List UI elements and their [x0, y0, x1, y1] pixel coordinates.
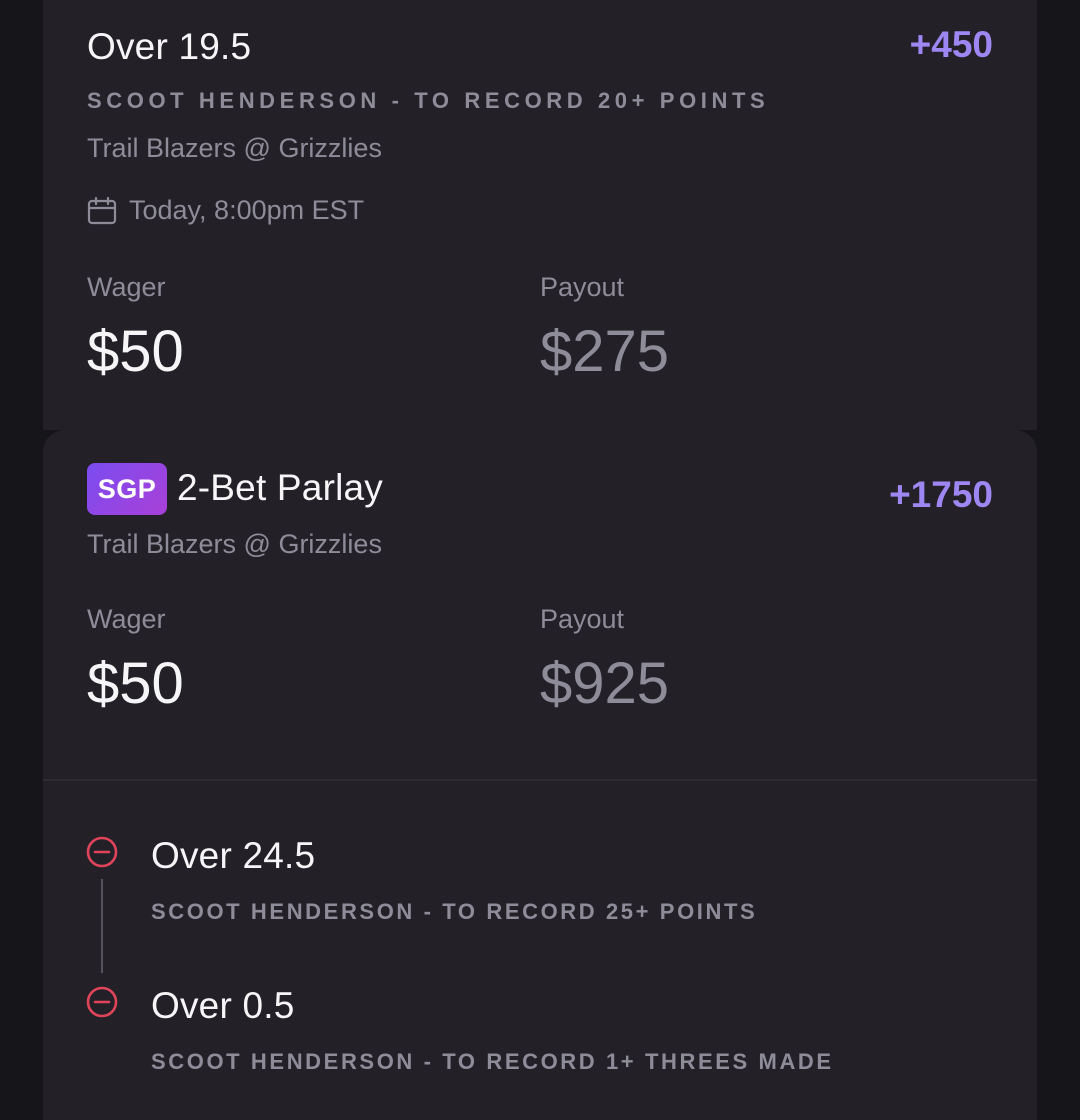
parlay-bet-card[interactable]: SGP 2-Bet Parlay +1750 Trail Blazers @ G… — [43, 430, 1037, 1120]
bet-time: Today, 8:00pm EST — [129, 195, 365, 225]
bet-time-row: Today, 8:00pm EST — [87, 195, 364, 226]
parlay-payout-amount: $925 — [540, 651, 670, 716]
parlay-title: 2-Bet Parlay — [177, 467, 383, 508]
calendar-icon — [87, 196, 117, 224]
bet-odds: +450 — [909, 24, 993, 65]
leg-connector — [101, 879, 103, 973]
sgp-badge: SGP — [87, 463, 167, 515]
parlay-game: Trail Blazers @ Grizzlies — [87, 529, 382, 559]
parlay-payout-label: Payout — [540, 604, 625, 634]
divider — [43, 779, 1037, 781]
payout-label: Payout — [540, 272, 625, 302]
wager-label: Wager — [87, 272, 166, 302]
single-bet-card[interactable]: Over 19.5 +450 SCOOT HENDERSON - TO RECO… — [43, 0, 1037, 430]
payout-amount: $275 — [540, 319, 670, 384]
parlay-odds: +1750 — [889, 474, 993, 515]
minus-circle-icon — [86, 986, 118, 1018]
minus-circle-icon — [86, 836, 118, 868]
leg-market: SCOOT HENDERSON - TO RECORD 25+ POINTS — [151, 899, 758, 924]
bet-game: Trail Blazers @ Grizzlies — [87, 133, 382, 163]
wager-amount: $50 — [87, 319, 184, 384]
leg-market: SCOOT HENDERSON - TO RECORD 1+ THREES MA… — [151, 1049, 834, 1074]
leg-selection: Over 0.5 — [151, 985, 295, 1026]
leg-selection: Over 24.5 — [151, 835, 316, 876]
bet-market: SCOOT HENDERSON - TO RECORD 20+ POINTS — [87, 88, 770, 113]
parlay-wager-amount: $50 — [87, 651, 184, 716]
parlay-wager-label: Wager — [87, 604, 166, 634]
bet-selection: Over 19.5 — [87, 26, 252, 67]
